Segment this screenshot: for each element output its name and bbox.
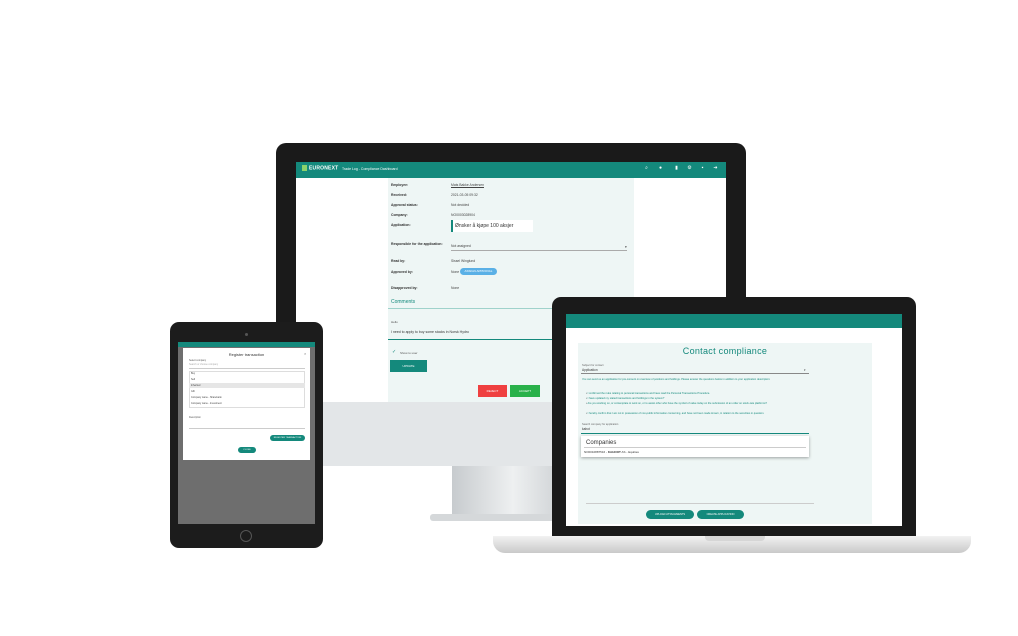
chevron-down-icon[interactable]: ▾ bbox=[804, 368, 806, 372]
company-field-underline bbox=[189, 368, 305, 369]
dropdown-heading: Companies bbox=[586, 440, 617, 446]
approved-by-value: None bbox=[451, 270, 460, 274]
logout-icon[interactable]: ➜ bbox=[713, 166, 718, 171]
application-label: Application: bbox=[391, 223, 411, 227]
euronext-logo-icon bbox=[302, 165, 307, 171]
upload-attachments-button[interactable]: UPLOAD ATTACHMENTS bbox=[646, 510, 694, 519]
settings-icon[interactable]: ⚙ bbox=[687, 166, 692, 171]
search-company-input[interactable]: kahot bbox=[582, 427, 590, 431]
option-item[interactable]: Company name - Investment bbox=[189, 401, 305, 406]
search-company-label: Search company for application bbox=[582, 423, 619, 426]
approved-by-label: Approved by: bbox=[391, 270, 413, 274]
search-icon[interactable]: ⌕ bbox=[644, 166, 649, 171]
option-item-selected[interactable]: Inherited bbox=[189, 383, 305, 388]
laptop-notch bbox=[705, 536, 765, 541]
register-transaction-button[interactable]: REGISTER TRANSACTION bbox=[270, 435, 305, 441]
desktop-topbar: EURONEXT Trade Log - Compliance Dashboar… bbox=[296, 162, 726, 178]
option-item[interactable]: Sell bbox=[189, 377, 305, 382]
intro-text: You can send us an application for pre-c… bbox=[582, 378, 771, 381]
form-divider bbox=[586, 503, 814, 504]
tablet-camera bbox=[245, 333, 248, 336]
disapproved-by-label: Disapproved by: bbox=[391, 286, 418, 290]
checkmark-icon[interactable]: ✓ bbox=[392, 349, 396, 355]
company-value: NO0003028904 bbox=[451, 213, 475, 217]
create-application-button[interactable]: CREATE APPLICATION bbox=[697, 510, 744, 519]
euronext-logo[interactable]: EURONEXT bbox=[302, 165, 338, 171]
close-icon[interactable]: × bbox=[304, 351, 306, 356]
received-value: 2021-03-05 09:32 bbox=[451, 193, 478, 197]
laptop-topbar bbox=[566, 314, 902, 328]
close-button[interactable]: CLOSE bbox=[238, 447, 256, 453]
description-label: Description bbox=[189, 416, 201, 419]
guideline-bullet: I have updated my stated transactions an… bbox=[586, 397, 808, 400]
disapproved-by-value: None bbox=[451, 286, 460, 290]
assign-approval-button[interactable]: ASSIGN APPROVAL bbox=[460, 268, 497, 275]
comment-input[interactable]: I need to apply to buy some stocks in No… bbox=[391, 330, 469, 334]
comments-heading: Comments bbox=[391, 299, 416, 305]
tablet-topbar bbox=[178, 342, 315, 347]
user-icon[interactable]: ● bbox=[658, 166, 663, 171]
company-field-label: Select company bbox=[189, 359, 207, 362]
responsible-label: Responsible for the application: bbox=[391, 242, 443, 246]
subject-underline bbox=[581, 373, 809, 374]
document-icon[interactable]: ▮ bbox=[674, 166, 679, 171]
page-title: Contact compliance bbox=[682, 346, 768, 356]
trash-icon[interactable]: ▪ bbox=[700, 166, 705, 171]
subject-label: Subject for contact bbox=[582, 364, 604, 367]
employee-label: Employee: bbox=[391, 183, 409, 187]
accept-button[interactable]: ACCEPT bbox=[510, 385, 540, 397]
description-underline[interactable] bbox=[189, 428, 305, 429]
modal-title: Register transaction bbox=[228, 352, 265, 357]
approval-status-value: Not decided bbox=[451, 203, 470, 207]
show-to-user-label: Show to user bbox=[400, 351, 418, 355]
register-transaction-modal: Register transaction × Select company Se… bbox=[183, 348, 310, 460]
subject-select[interactable]: Application bbox=[582, 368, 598, 372]
approval-status-label: Approval status: bbox=[391, 203, 418, 207]
reject-button[interactable]: REJECT bbox=[478, 385, 507, 397]
guideline-bullet: I confirmed the rules relating to person… bbox=[586, 392, 808, 395]
company-label: Company: bbox=[391, 213, 408, 217]
responsible-select[interactable]: Not assigned bbox=[451, 244, 471, 248]
comment-user: Hello bbox=[391, 320, 398, 324]
option-item[interactable]: Company name - Sharebank bbox=[189, 395, 305, 400]
guideline-bullet: I hereby confirm that I am not in posses… bbox=[586, 412, 808, 415]
employee-value[interactable]: Mats Bakke Andersen bbox=[451, 183, 484, 187]
option-item[interactable]: Gift bbox=[189, 389, 305, 394]
application-text: Ønsker å kjøpe 100 aksjer bbox=[455, 223, 514, 229]
received-label: Received: bbox=[391, 193, 408, 197]
read-by-label: Read by: bbox=[391, 259, 406, 263]
read-by-value: Sissel Winglund bbox=[451, 259, 476, 263]
option-item[interactable]: Buy bbox=[189, 371, 305, 376]
company-field-placeholder[interactable]: Search or choose company bbox=[189, 363, 218, 366]
app-title: Trade Log - Compliance Dashboard bbox=[342, 167, 398, 171]
chevron-down-icon[interactable]: ▾ bbox=[625, 245, 627, 249]
laptop-screen: Contact compliance Subject for contact A… bbox=[566, 314, 902, 526]
responsible-select-underline bbox=[451, 250, 627, 251]
update-button[interactable]: UPDATE bbox=[390, 360, 427, 372]
search-company-underline bbox=[581, 433, 809, 434]
dropdown-divider bbox=[584, 447, 806, 448]
guideline-bullet: Are you working on, or contemplate to wo… bbox=[586, 402, 808, 405]
tablet-home-button[interactable] bbox=[240, 530, 252, 542]
tablet-screen: Register transaction × Select company Se… bbox=[178, 342, 315, 524]
dropdown-item-kahoot[interactable]: NO0010887516 - KAHOOT AS - Equities bbox=[584, 450, 639, 454]
